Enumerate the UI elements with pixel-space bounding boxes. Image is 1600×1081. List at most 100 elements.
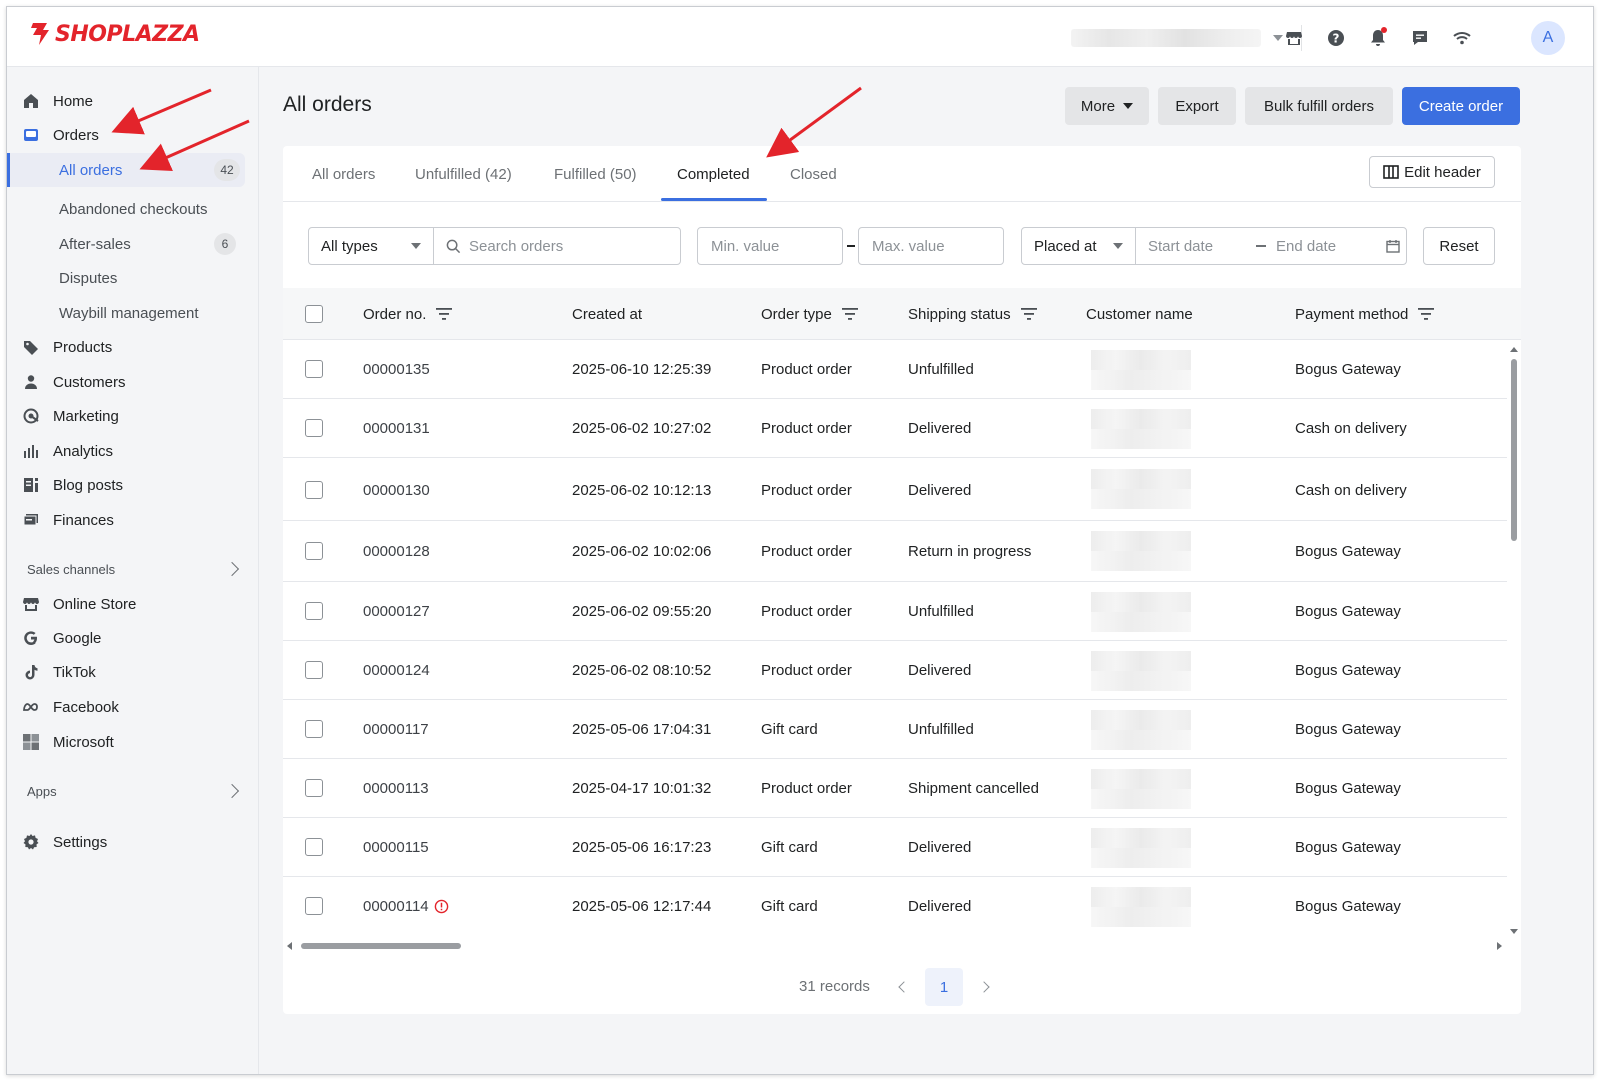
row-checkbox[interactable] <box>305 838 323 856</box>
help-icon[interactable]: ? <box>1323 25 1349 51</box>
chat-icon[interactable] <box>1407 25 1433 51</box>
sidebar-item-settings[interactable]: Settings <box>21 827 107 857</box>
table-row[interactable]: 00000128 2025-06-02 10:02:06 Product ord… <box>283 521 1507 582</box>
scroll-right-arrow-icon[interactable] <box>1497 942 1502 950</box>
export-button[interactable]: Export <box>1158 87 1236 125</box>
tab-unfulfilled[interactable]: Unfulfilled (42) <box>415 146 512 202</box>
sidebar-subitem-label: Waybill management <box>59 304 199 322</box>
filter-icon[interactable] <box>1020 308 1037 320</box>
sidebar-subitem-abandoned-checkouts[interactable]: Abandoned checkouts <box>59 195 207 223</box>
row-checkbox[interactable] <box>305 481 323 499</box>
order-type-select[interactable]: All types <box>308 227 434 265</box>
sidebar-subitem-after-sales[interactable]: After-sales <box>59 230 131 258</box>
table-row[interactable]: 00000131 2025-06-02 10:27:02 Product ord… <box>283 399 1507 458</box>
horizontal-scrollbar[interactable] <box>287 940 1507 952</box>
sidebar-item-blog-posts[interactable]: Blog posts <box>21 470 123 500</box>
previous-page-button[interactable] <box>893 976 915 998</box>
sidebar-item-marketing[interactable]: Marketing <box>21 401 119 431</box>
chevron-right-icon[interactable] <box>224 783 240 799</box>
row-checkbox[interactable] <box>305 542 323 560</box>
tab-fulfilled[interactable]: Fulfilled (50) <box>554 146 637 202</box>
table-row[interactable]: 00000114 2025-05-06 12:17:44 Gift card D… <box>283 877 1507 936</box>
vertical-scroll-thumb[interactable] <box>1511 359 1517 541</box>
row-checkbox[interactable] <box>305 779 323 797</box>
table-row[interactable]: 00000115 2025-05-06 16:17:23 Gift card D… <box>283 818 1507 877</box>
home-icon <box>21 91 41 111</box>
sidebar-item-orders[interactable]: Orders <box>21 120 99 150</box>
caret-down-icon <box>1123 103 1134 109</box>
column-header-order-type[interactable]: Order type <box>761 288 858 340</box>
row-checkbox[interactable] <box>305 419 323 437</box>
row-checkbox[interactable] <box>305 897 323 915</box>
reset-button[interactable]: Reset <box>1423 227 1495 265</box>
select-all-checkbox[interactable] <box>305 305 323 323</box>
table-row[interactable]: 00000135 2025-06-10 12:25:39 Product ord… <box>283 340 1507 399</box>
filter-icon[interactable] <box>436 308 453 320</box>
edit-header-button[interactable]: Edit header <box>1369 156 1495 188</box>
sidebar-item-finances[interactable]: Finances <box>21 505 114 535</box>
sidebar-item-tiktok[interactable]: TikTok <box>21 657 96 687</box>
wifi-icon[interactable] <box>1449 25 1475 51</box>
tab-closed[interactable]: Closed <box>790 146 837 202</box>
row-checkbox[interactable] <box>305 602 323 620</box>
sidebar-subitem-disputes[interactable]: Disputes <box>59 264 117 292</box>
order-number[interactable]: 00000113 <box>363 759 429 818</box>
search-input[interactable]: Search orders <box>433 227 681 265</box>
user-avatar[interactable]: A <box>1531 21 1565 55</box>
table-row[interactable]: 00000113 2025-04-17 10:01:32 Product ord… <box>283 759 1507 818</box>
order-number[interactable]: 00000128 <box>363 521 430 582</box>
sidebar-item-analytics[interactable]: Analytics <box>21 436 113 466</box>
scroll-up-arrow-icon[interactable] <box>1510 347 1518 352</box>
max-value-input[interactable]: Max. value <box>858 227 1004 265</box>
filter-icon[interactable] <box>1418 308 1435 320</box>
date-range-picker[interactable]: Start date End date <box>1135 227 1407 265</box>
sidebar-item-home[interactable]: Home <box>21 86 93 116</box>
min-value-input[interactable]: Min. value <box>697 227 843 265</box>
bell-icon[interactable] <box>1365 25 1391 51</box>
create-order-button[interactable]: Create order <box>1402 87 1520 125</box>
horizontal-scroll-thumb[interactable] <box>301 943 461 949</box>
sidebar-item-facebook[interactable]: Facebook <box>21 692 119 722</box>
edit-header-label: Edit header <box>1404 163 1481 181</box>
sidebar-item-microsoft[interactable]: Microsoft <box>21 727 114 757</box>
sidebar-subitem-waybill-management[interactable]: Waybill management <box>59 299 199 327</box>
next-page-button[interactable] <box>973 976 995 998</box>
order-number[interactable]: 00000131 <box>363 399 430 458</box>
order-number[interactable]: 00000135 <box>363 340 430 399</box>
table-row[interactable]: 00000127 2025-06-02 09:55:20 Product ord… <box>283 582 1507 641</box>
order-number[interactable]: 00000117 <box>363 700 429 759</box>
row-checkbox[interactable] <box>305 360 323 378</box>
warning-icon[interactable] <box>434 899 449 914</box>
tab-all-orders[interactable]: All orders <box>312 146 375 202</box>
order-number[interactable]: 00000130 <box>363 459 430 521</box>
column-header-order-no[interactable]: Order no. <box>363 288 453 340</box>
scroll-left-arrow-icon[interactable] <box>287 942 292 950</box>
row-checkbox[interactable] <box>305 720 323 738</box>
page-number-button[interactable]: 1 <box>925 968 963 1006</box>
store-icon[interactable] <box>1281 25 1307 51</box>
more-button[interactable]: More <box>1065 87 1149 125</box>
bulk-fulfill-button[interactable]: Bulk fulfill orders <box>1245 87 1393 125</box>
column-header-payment-method[interactable]: Payment method <box>1295 288 1435 340</box>
tab-completed[interactable]: Completed <box>677 146 750 202</box>
order-number[interactable]: 00000124 <box>363 641 430 700</box>
table-row[interactable]: 00000117 2025-05-06 17:04:31 Gift card U… <box>283 700 1507 759</box>
row-checkbox[interactable] <box>305 661 323 679</box>
store-selector[interactable] <box>1071 27 1291 49</box>
sidebar-item-online-store[interactable]: Online Store <box>21 589 136 619</box>
sidebar-item-products[interactable]: Products <box>21 332 112 362</box>
vertical-scrollbar[interactable] <box>1507 341 1521 939</box>
shoplazza-logo[interactable]: SHOPLAZZA <box>27 21 200 47</box>
order-number[interactable]: 00000127 <box>363 582 430 641</box>
scroll-down-arrow-icon[interactable] <box>1510 929 1518 934</box>
sidebar-item-customers[interactable]: Customers <box>21 367 126 397</box>
sidebar-item-google[interactable]: Google <box>21 623 101 653</box>
table-row[interactable]: 00000124 2025-06-02 08:10:52 Product ord… <box>283 641 1507 700</box>
order-number[interactable]: 00000115 <box>363 818 429 877</box>
order-number-cell[interactable]: 00000114 <box>363 877 449 936</box>
column-header-shipping-status[interactable]: Shipping status <box>908 288 1037 340</box>
filter-icon[interactable] <box>841 308 858 320</box>
date-type-select[interactable]: Placed at <box>1021 227 1136 265</box>
table-row[interactable]: 00000130 2025-06-02 10:12:13 Product ord… <box>283 459 1507 521</box>
chevron-right-icon[interactable] <box>224 561 240 577</box>
